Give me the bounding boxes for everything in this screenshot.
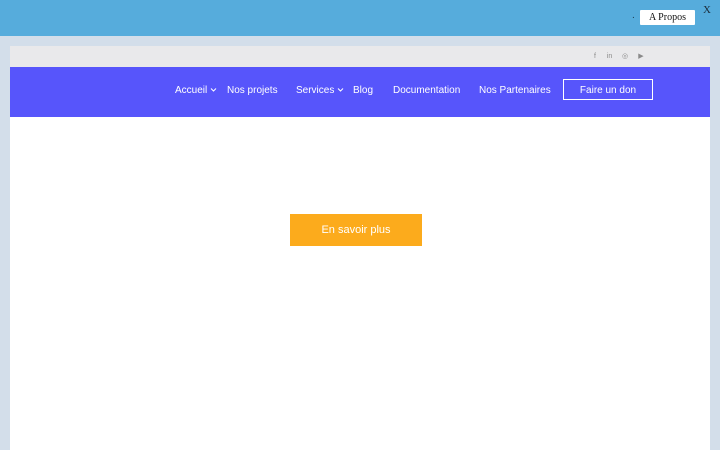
close-icon[interactable]: X <box>703 4 711 16</box>
donate-button[interactable]: Faire un don <box>563 79 653 100</box>
nav-item-nos-partenaires[interactable]: Nos Partenaires <box>479 67 551 117</box>
about-button[interactable]: A Propos <box>640 10 695 25</box>
linkedin-icon[interactable]: in <box>605 52 614 61</box>
nav-item-label: Blog <box>353 85 374 96</box>
youtube-icon[interactable]: ▶ <box>637 52 645 61</box>
nav-item-label: Accueil <box>175 85 208 96</box>
nav-item-label: Services <box>296 85 335 96</box>
learn-more-button[interactable]: En savoir plus <box>290 214 422 246</box>
chevron-down-icon <box>338 88 344 93</box>
nav-item-blog[interactable]: Blog <box>353 67 373 117</box>
nav-item-documentation[interactable]: Documentation <box>393 67 460 117</box>
instagram-icon[interactable]: ◎ <box>621 52 629 61</box>
nav-item-label: Nos Partenaires <box>479 85 551 96</box>
social-strip: f in ◎ ▶ <box>10 46 710 67</box>
main-navigation: Accueil Nos projets Services Blog Docume… <box>10 67 710 117</box>
nav-item-nos-projets[interactable]: Nos projets <box>227 67 278 117</box>
nav-item-accueil[interactable]: Accueil <box>175 67 217 117</box>
bar-dot: . <box>632 10 635 21</box>
page-content: f in ◎ ▶ Accueil Nos projets Services Bl… <box>10 46 710 450</box>
facebook-icon[interactable]: f <box>592 52 598 61</box>
nav-item-label: Nos projets <box>227 85 278 96</box>
nav-item-label: Documentation <box>393 85 461 96</box>
top-notification-bar: . A Propos X <box>0 0 720 36</box>
nav-item-services[interactable]: Services <box>296 67 344 117</box>
chevron-down-icon <box>210 88 217 93</box>
